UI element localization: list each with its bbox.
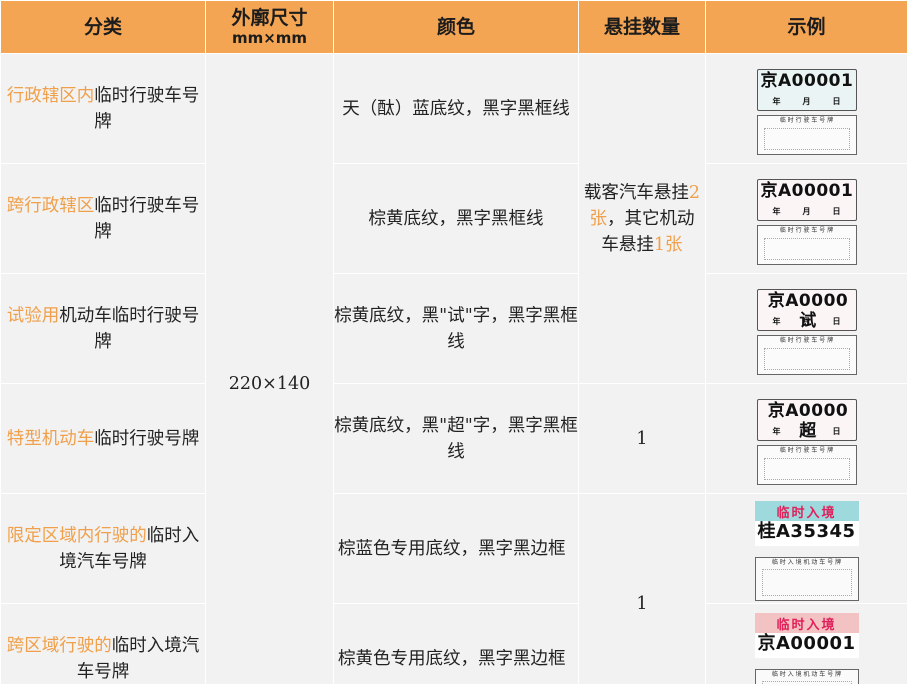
- table-row: 行政辖区内临时行驶车号牌 220×140 天（酞）蓝底纹，黑字黑框线 载客汽车悬…: [0, 53, 907, 684]
- example-cell: 京A00001 年月日 临 时 行 驶 车 号 牌: [705, 53, 907, 164]
- plate-back-image: 临 时 行 驶 车 号 牌: [756, 334, 857, 375]
- hang-text-1: 载客汽车悬挂: [583, 182, 689, 203]
- category-cell: 行政辖区内临时行驶车号牌: [0, 53, 206, 164]
- example-cell: 京A0000超 年月日 临 时 行 驶 车 号 牌: [705, 383, 907, 494]
- header-example: 示例: [705, 0, 907, 54]
- entry-plate-back-image: 临 时 入 境 机 动 车 号 牌: [754, 556, 859, 601]
- category-cell: 试验用机动车临时行驶号牌: [0, 273, 206, 384]
- plate-number: 京A00001: [757, 632, 856, 654]
- hang-count-cell: 载客汽车悬挂2张，其它机动车悬挂1张: [578, 53, 706, 384]
- hang-highlight-2: 1张: [653, 234, 683, 255]
- color-cell: 棕黄底纹，黑"试"字，黑字黑框线: [333, 273, 579, 384]
- table-row: 试验用机动车临时行驶号牌 棕黄底纹，黑"试"字，黑字黑框线 京A0000试 年月…: [0, 273, 907, 384]
- plate-front-image: 京A00001 年月日: [756, 178, 857, 221]
- header-size: 外廓尺寸 mm×mm: [205, 0, 334, 54]
- category-highlight: 试验用: [6, 305, 60, 326]
- plate-number: 桂A35345: [757, 520, 856, 542]
- category-text: 临时行驶车号牌: [94, 85, 200, 132]
- plate-back-image: 临 时 行 驶 车 号 牌: [756, 224, 857, 265]
- category-highlight: 特型机动车: [6, 428, 95, 449]
- category-text: 临时行驶号牌: [94, 428, 200, 449]
- category-highlight: 跨行政辖区: [6, 195, 95, 216]
- table-row: 跨行政辖区临时行驶车号牌 棕黄底纹，黑字黑框线 京A00001 年月日 临 时 …: [0, 163, 907, 274]
- color-cell: 棕黄底纹，黑字黑框线: [333, 163, 579, 274]
- color-cell: 棕黄底纹，黑"超"字，黑字黑框线: [333, 383, 579, 494]
- example-cell: 临时入境 桂A35345 临 时 入 境 机 动 车 号 牌: [705, 493, 907, 604]
- header-category: 分类: [0, 0, 206, 54]
- category-highlight: 限定区域内行驶的: [6, 525, 147, 546]
- entry-plate-front-image: 临时入境 京A00001: [754, 612, 859, 665]
- color-cell: 天（酞）蓝底纹，黑字黑框线: [333, 53, 579, 164]
- color-cell: 棕蓝色专用底纹，黑字黑边框: [333, 493, 579, 604]
- header-hang-count: 悬挂数量: [578, 0, 706, 54]
- plate-number: 京A00001: [760, 180, 854, 201]
- hang-count-cell: 1: [578, 383, 706, 494]
- header-size-unit: mm×mm: [231, 29, 308, 47]
- category-text: 机动车临时行驶号牌: [59, 305, 200, 352]
- category-highlight: 跨区域行驶的: [6, 635, 112, 656]
- color-cell: 棕黄色专用底纹，黑字黑边框: [333, 603, 579, 684]
- entry-plate-back-image: 临 时 入 境 机 动 车 号 牌: [754, 668, 859, 684]
- category-cell: 跨区域行驶的临时入境汽车号牌: [0, 603, 206, 684]
- table-row: 特型机动车临时行驶号牌 棕黄底纹，黑"超"字，黑字黑框线 1 京A0000超 年…: [0, 383, 907, 494]
- table-row: 跨区域行驶的临时入境汽车号牌 棕黄色专用底纹，黑字黑边框 临时入境 京A0000…: [0, 603, 907, 684]
- hang-count-cell: 1: [578, 493, 706, 684]
- example-cell: 京A00001 年月日 临 时 行 驶 车 号 牌: [705, 163, 907, 274]
- header-row: 分类 外廓尺寸 mm×mm 颜色 悬挂数量 示例: [0, 0, 907, 54]
- category-cell: 特型机动车临时行驶号牌: [0, 383, 206, 494]
- example-cell: 京A0000试 年月日 临 时 行 驶 车 号 牌: [705, 273, 907, 384]
- table-row: 限定区域内行驶的临时入境汽车号牌 棕蓝色专用底纹，黑字黑边框 1 临时入境 桂A…: [0, 493, 907, 684]
- plate-number: 京A00001: [760, 70, 854, 91]
- plate-front-image: 京A0000超 年月日: [756, 398, 857, 441]
- plate-back-image: 临 时 行 驶 车 号 牌: [756, 114, 857, 155]
- category-cell: 跨行政辖区临时行驶车号牌: [0, 163, 206, 274]
- plate-table: 分类 外廓尺寸 mm×mm 颜色 悬挂数量 示例 行政辖区内临时行驶车号牌 22…: [0, 0, 907, 684]
- plate-back-image: 临 时 行 驶 车 号 牌: [756, 444, 857, 485]
- plate-front-image: 京A0000试 年月日: [756, 288, 857, 331]
- header-color: 颜色: [333, 0, 579, 54]
- entry-plate-front-image: 临时入境 桂A35345: [754, 500, 859, 553]
- header-size-line1: 外廓尺寸: [231, 7, 308, 29]
- plate-front-image: 京A00001 年月日: [756, 68, 857, 111]
- category-cell: 限定区域内行驶的临时入境汽车号牌: [0, 493, 206, 604]
- category-text: 临时行驶车号牌: [94, 195, 200, 242]
- size-cell: 220×140: [205, 53, 334, 684]
- example-cell: 临时入境 京A00001 临 时 入 境 机 动 车 号 牌: [705, 603, 907, 684]
- category-highlight: 行政辖区内: [6, 85, 95, 106]
